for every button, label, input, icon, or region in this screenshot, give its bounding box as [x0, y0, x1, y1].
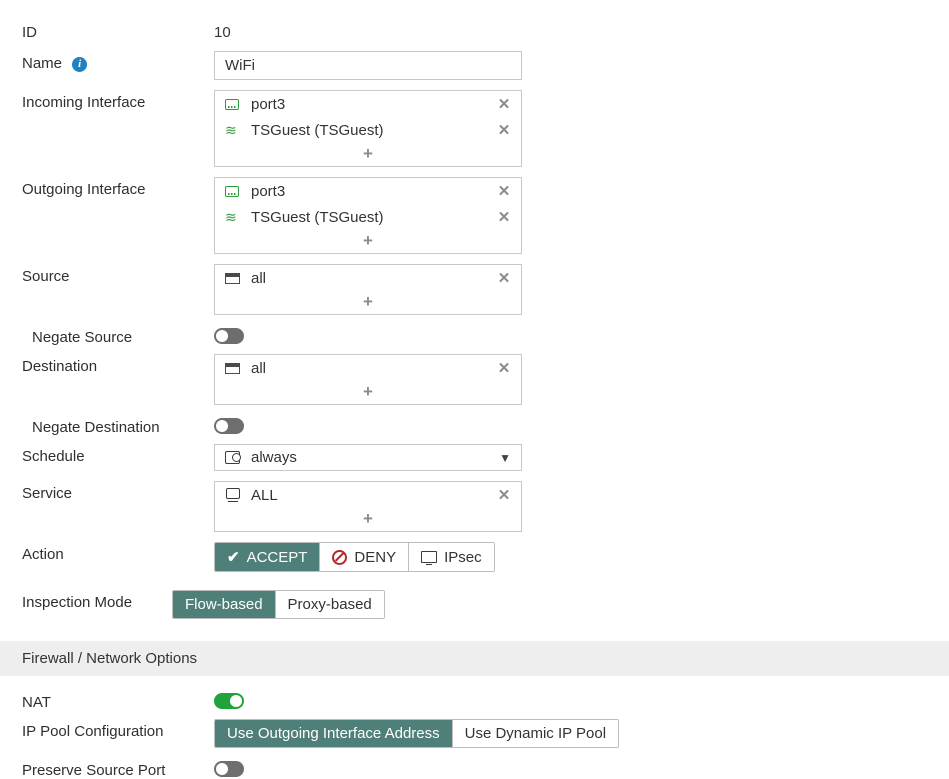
address-icon [225, 273, 245, 284]
add-button[interactable]: + [215, 508, 521, 531]
remove-icon[interactable]: ✕ [495, 269, 513, 287]
ippool-label: IP Pool Configuration [22, 719, 214, 740]
remove-icon[interactable]: ✕ [495, 95, 513, 113]
item-text: all [245, 360, 495, 377]
action-deny[interactable]: DENY [320, 543, 409, 571]
ethernet-icon [225, 99, 245, 110]
inspection-flow[interactable]: Flow-based [173, 591, 276, 618]
schedule-value: always [245, 449, 499, 466]
add-button[interactable]: + [215, 143, 521, 166]
ippool-dynamic[interactable]: Use Dynamic IP Pool [453, 720, 618, 747]
service-label: Service [22, 481, 214, 502]
source-box[interactable]: all ✕ + [214, 264, 522, 315]
action-ipsec[interactable]: IPsec [409, 543, 494, 571]
destination-box[interactable]: all ✕ + [214, 354, 522, 405]
destination-label: Destination [22, 354, 214, 375]
remove-icon[interactable]: ✕ [495, 208, 513, 226]
action-segmented: ✔ ACCEPT DENY IPsec [214, 542, 495, 572]
list-item: port3 ✕ [215, 178, 521, 204]
inspection-segmented: Flow-based Proxy-based [172, 590, 385, 619]
item-text: all [245, 270, 495, 287]
preserve-port-toggle[interactable] [214, 761, 244, 777]
item-text: port3 [245, 183, 495, 200]
name-label: Name i [22, 51, 214, 73]
schedule-icon [225, 451, 245, 464]
inspection-label: Inspection Mode [22, 590, 172, 611]
list-item: ≋ TSGuest (TSGuest) ✕ [215, 117, 521, 143]
id-value: 10 [214, 20, 231, 41]
remove-icon[interactable]: ✕ [495, 486, 513, 504]
wifi-icon: ≋ [225, 123, 245, 137]
item-text: TSGuest (TSGuest) [245, 122, 495, 139]
inspection-proxy[interactable]: Proxy-based [276, 591, 384, 618]
chevron-down-icon: ▼ [499, 451, 511, 465]
info-icon[interactable]: i [72, 57, 87, 72]
negate-source-toggle[interactable] [214, 328, 244, 344]
section-firewall-network: Firewall / Network Options [0, 641, 949, 676]
negate-destination-toggle[interactable] [214, 418, 244, 434]
source-label: Source [22, 264, 214, 285]
list-item: all ✕ [215, 355, 521, 381]
address-icon [225, 363, 245, 374]
item-text: TSGuest (TSGuest) [245, 209, 495, 226]
incoming-label: Incoming Interface [22, 90, 214, 111]
add-button[interactable]: + [215, 291, 521, 314]
ippool-outgoing[interactable]: Use Outgoing Interface Address [215, 720, 453, 747]
service-icon [225, 488, 245, 502]
schedule-select[interactable]: always ▼ [214, 444, 522, 471]
action-label: Action [22, 542, 214, 563]
incoming-interface-box[interactable]: port3 ✕ ≋ TSGuest (TSGuest) ✕ + [214, 90, 522, 167]
item-text: ALL [245, 487, 495, 504]
negate-source-label: Negate Source [22, 325, 214, 346]
add-button[interactable]: + [215, 230, 521, 253]
deny-icon [332, 550, 347, 565]
outgoing-interface-box[interactable]: port3 ✕ ≋ TSGuest (TSGuest) ✕ + [214, 177, 522, 254]
list-item: ALL ✕ [215, 482, 521, 508]
add-button[interactable]: + [215, 381, 521, 404]
remove-icon[interactable]: ✕ [495, 359, 513, 377]
check-icon: ✔ [227, 548, 240, 566]
ethernet-icon [225, 186, 245, 197]
wifi-icon: ≋ [225, 210, 245, 224]
remove-icon[interactable]: ✕ [495, 121, 513, 139]
nat-label: NAT [22, 690, 214, 711]
remove-icon[interactable]: ✕ [495, 182, 513, 200]
list-item: all ✕ [215, 265, 521, 291]
nat-toggle[interactable] [214, 693, 244, 709]
id-label: ID [22, 20, 214, 41]
name-input[interactable] [214, 51, 522, 80]
ipsec-icon [421, 551, 437, 563]
service-box[interactable]: ALL ✕ + [214, 481, 522, 532]
list-item: ≋ TSGuest (TSGuest) ✕ [215, 204, 521, 230]
action-accept[interactable]: ✔ ACCEPT [215, 543, 320, 571]
preserve-port-label: Preserve Source Port [22, 758, 214, 779]
schedule-label: Schedule [22, 444, 214, 465]
list-item: port3 ✕ [215, 91, 521, 117]
item-text: port3 [245, 96, 495, 113]
outgoing-label: Outgoing Interface [22, 177, 214, 198]
negate-destination-label: Negate Destination [22, 415, 214, 436]
ippool-segmented: Use Outgoing Interface Address Use Dynam… [214, 719, 619, 748]
